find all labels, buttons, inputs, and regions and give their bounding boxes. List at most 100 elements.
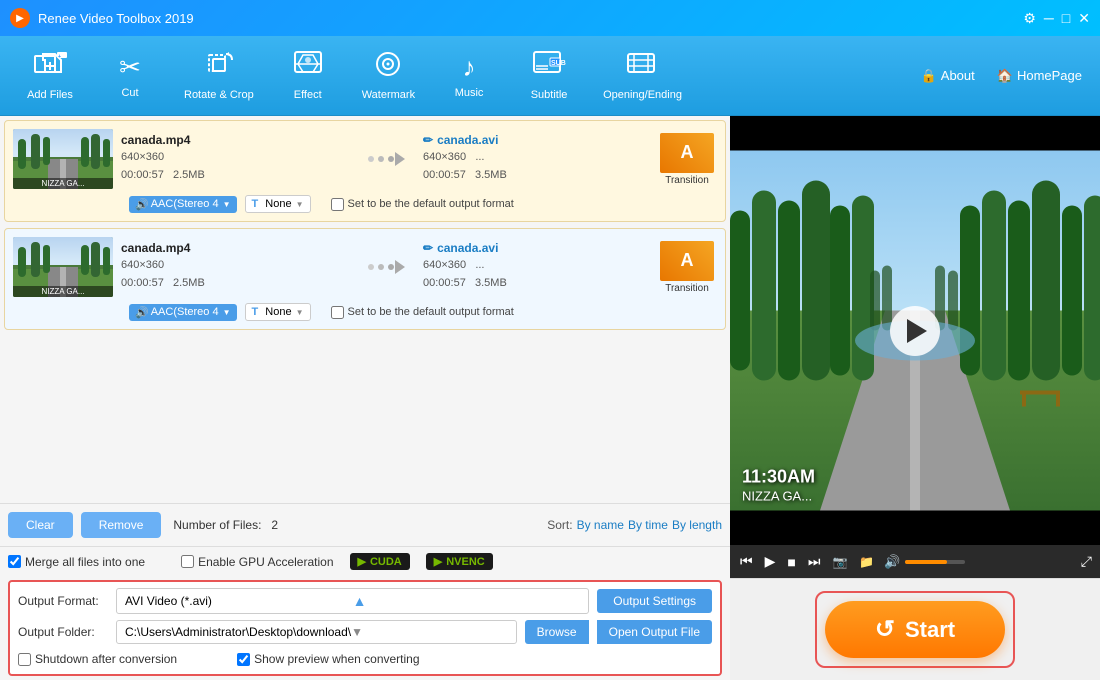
nvenc-label: NVENC	[446, 556, 485, 568]
gpu-checkbox[interactable]: Enable GPU Acceleration	[181, 555, 333, 569]
minimize-button[interactable]: ─	[1044, 10, 1054, 27]
output-settings-panel: Output Format: AVI Video (*.avi) ▲ Outpu…	[8, 580, 722, 676]
action-bar: Clear Remove Number of Files: 2 Sort: By…	[0, 503, 730, 546]
left-panel: NIZZA GA... canada.mp4 640×360 00:00:57 …	[0, 116, 730, 680]
settings-icon[interactable]: ⚙	[1023, 10, 1036, 27]
default-format-input[interactable]	[331, 306, 344, 319]
toolbar-music[interactable]: ♪ Music	[429, 44, 509, 107]
output-filename: ✏ canada.avi	[423, 133, 649, 147]
file-item-top: NIZZA GA... canada.mp4 640×360 00:00:57 …	[13, 237, 717, 297]
default-format-checkbox[interactable]: Set to be the default output format	[331, 198, 514, 211]
rotate-crop-icon	[204, 50, 234, 85]
input-size: 2.5MB	[173, 277, 205, 289]
video-preview: 11:30AM NIZZA GA...	[730, 116, 1100, 545]
transition-thumb[interactable]: A Transition	[657, 237, 717, 297]
start-button[interactable]: ↺ Start	[825, 601, 1005, 658]
volume-icon: 🔊	[884, 554, 900, 570]
toolbar-rotate-crop[interactable]: Rotate & Crop	[170, 42, 268, 109]
nvidia-cuda-icon: ▶	[358, 555, 366, 568]
default-format-input[interactable]	[331, 198, 344, 211]
cut-icon: ✂	[119, 52, 141, 83]
sort-by-length[interactable]: By length	[672, 518, 722, 532]
start-area: ↺ Start	[730, 578, 1100, 680]
output-format-dropdown[interactable]: AVI Video (*.avi) ▲	[116, 588, 589, 614]
format-dropdown-arrow: ▼	[296, 200, 304, 209]
audio-value: AAC(Stereo 4	[151, 198, 219, 210]
stop-button[interactable]: ■	[785, 552, 797, 572]
browse-button[interactable]: Browse	[525, 620, 589, 644]
forward-button[interactable]: ⏭	[806, 551, 823, 572]
merge-input[interactable]	[8, 555, 21, 568]
action-buttons: Clear Remove Number of Files: 2 Sort: By…	[8, 512, 722, 538]
about-button[interactable]: 🔒 About	[913, 64, 983, 88]
close-button[interactable]: ✕	[1078, 10, 1090, 27]
sort-by-name[interactable]: By name	[577, 518, 624, 532]
gpu-input[interactable]	[181, 555, 194, 568]
output-settings-button[interactable]: Output Settings	[597, 589, 712, 613]
output-folder-label: Output Folder:	[18, 625, 108, 639]
clear-button[interactable]: Clear	[8, 512, 73, 538]
cut-label: Cut	[121, 87, 138, 99]
file-output-info: ✏ canada.avi 640×360 ... 00:00:57 3.5MB	[423, 241, 649, 292]
file-count-value: 2	[271, 518, 278, 532]
music-label: Music	[455, 87, 484, 99]
file-item-top: NIZZA GA... canada.mp4 640×360 00:00:57 …	[13, 129, 717, 189]
play-pause-button[interactable]: ▶	[763, 551, 778, 572]
sort-by-time[interactable]: By time	[628, 518, 668, 532]
start-label: Start	[905, 617, 955, 643]
screenshot-button[interactable]: 📷	[830, 553, 849, 571]
homepage-label: HomePage	[1017, 68, 1082, 83]
play-button[interactable]	[890, 306, 940, 356]
preview-checkbox[interactable]: Show preview when converting	[237, 652, 419, 666]
toolbar-effect[interactable]: Effect	[268, 42, 348, 109]
transition-label: Transition	[665, 283, 709, 294]
default-format-checkbox[interactable]: Set to be the default output format	[331, 306, 514, 319]
convert-arrow	[355, 144, 415, 174]
toolbar-watermark[interactable]: Watermark	[348, 42, 429, 109]
transition-letter: A	[681, 142, 694, 163]
output-format-value: AVI Video (*.avi)	[125, 594, 353, 608]
window-controls: ⚙ ─ □ ✕	[1023, 10, 1090, 27]
format-select[interactable]: T None ▼	[245, 195, 311, 213]
toolbar-subtitle[interactable]: SUB Subtitle	[509, 42, 589, 109]
cuda-badge[interactable]: ▶ CUDA	[350, 553, 410, 570]
rewind-button[interactable]: ⏮	[738, 551, 755, 572]
toolbar-add-files[interactable]: + Add Files	[10, 42, 90, 109]
transition-thumb[interactable]: A Transition	[657, 129, 717, 189]
format-dd-arrow: ▲	[353, 593, 581, 609]
file-thumbnail: NIZZA GA...	[13, 237, 113, 297]
audio-select[interactable]: 🔊 AAC(Stereo 4 ▼	[129, 304, 237, 321]
merge-label: Merge all files into one	[25, 555, 145, 569]
input-filename: canada.mp4	[121, 241, 347, 255]
input-duration-size: 00:00:57 2.5MB	[121, 167, 347, 185]
right-panel: 11:30AM NIZZA GA... ⏮ ▶ ■ ⏭ 📷 📁 🔊 ⤢	[730, 116, 1100, 680]
preview-input[interactable]	[237, 653, 250, 666]
output-folder-dropdown[interactable]: C:\Users\Administrator\Desktop\download\…	[116, 620, 517, 644]
volume-track[interactable]	[905, 560, 965, 564]
app-icon-symbol: ▶	[16, 13, 24, 24]
audio-select[interactable]: 🔊 AAC(Stereo 4 ▼	[129, 196, 237, 213]
output-size: 3.5MB	[475, 277, 507, 289]
folder-button[interactable]: 📁	[857, 553, 876, 571]
remove-button[interactable]: Remove	[81, 512, 162, 538]
output-resolution: 640×360	[423, 259, 466, 271]
edit-icon: ✏	[423, 241, 433, 255]
format-value: None	[265, 306, 291, 318]
volume-control[interactable]: 🔊	[884, 554, 964, 570]
nvenc-badge[interactable]: ▶ NVENC	[426, 553, 493, 570]
homepage-button[interactable]: 🏠 HomePage	[989, 64, 1090, 88]
toolbar-cut[interactable]: ✂ Cut	[90, 44, 170, 107]
shutdown-input[interactable]	[18, 653, 31, 666]
fullscreen-button[interactable]: ⤢	[1081, 553, 1092, 570]
merge-checkbox[interactable]: Merge all files into one	[8, 555, 145, 569]
open-output-button[interactable]: Open Output File	[597, 620, 712, 644]
output-duration: 00:00:57	[423, 169, 466, 181]
audio-value: AAC(Stereo 4	[151, 306, 219, 318]
format-select[interactable]: T None ▼	[245, 303, 311, 321]
shutdown-checkbox[interactable]: Shutdown after conversion	[18, 652, 177, 666]
maximize-button[interactable]: □	[1062, 10, 1070, 27]
toolbar-opening-ending[interactable]: Opening/Ending	[589, 42, 696, 109]
file-count-label: Number of Files:	[173, 518, 261, 532]
lock-icon: 🔒	[921, 68, 937, 84]
audio-icon: 🔊	[135, 198, 149, 211]
